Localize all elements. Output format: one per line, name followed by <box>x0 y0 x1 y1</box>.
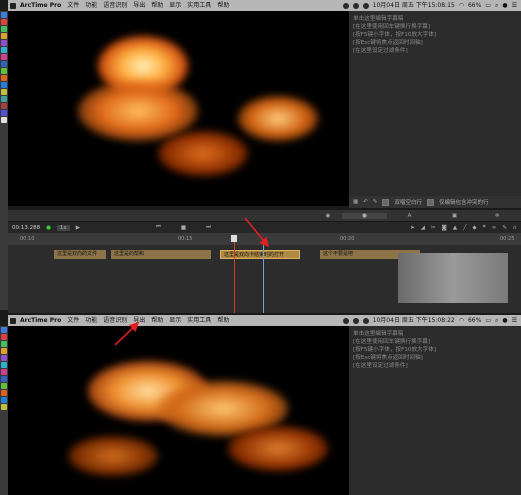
annotation-layer <box>114 217 270 346</box>
red-arrow-to-clip <box>244 217 270 248</box>
red-arrow-to-export-menu <box>114 321 140 346</box>
